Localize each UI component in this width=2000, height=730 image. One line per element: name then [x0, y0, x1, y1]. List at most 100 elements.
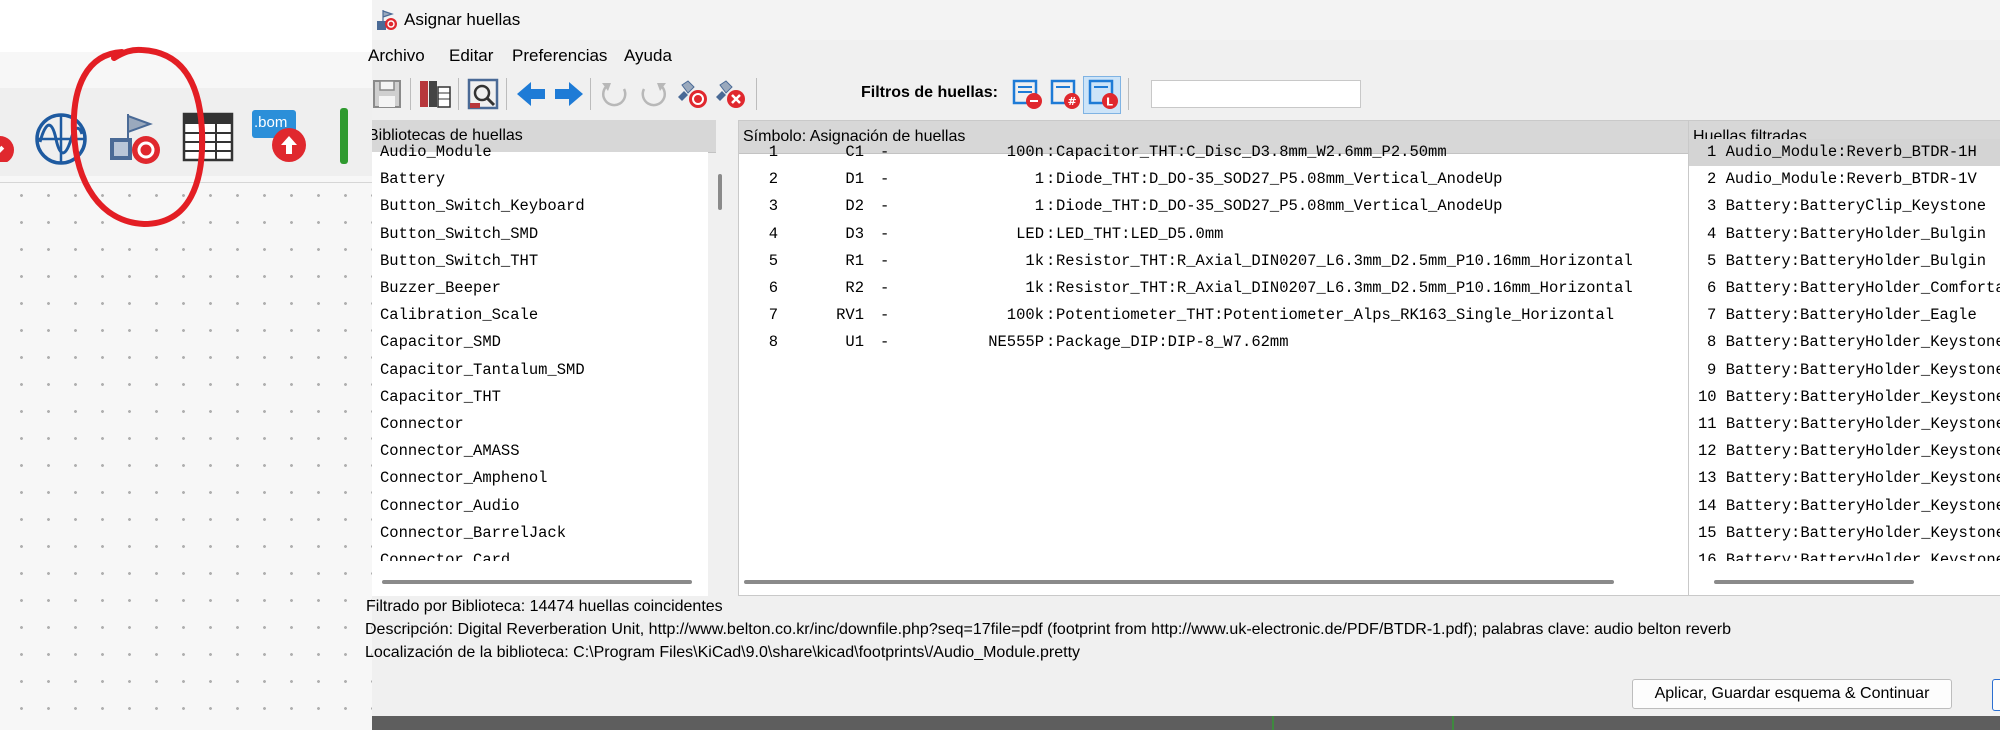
footprint-item-label: 3 Battery:BatteryClip_Keystone [1707, 197, 1987, 216]
symbol-row-number: 2 [768, 170, 778, 189]
filter-by-keywords-icon[interactable] [1010, 77, 1044, 111]
symbol-row[interactable]: 6 R2- 1k: Resistor_THT:R_Axial_DIN0207_L6.3… [744, 275, 1684, 302]
symbol-colon: : [1046, 333, 1056, 352]
footprints-horizontal-scrollbar[interactable] [1714, 580, 1914, 584]
footprint-item-label: 12 Battery:BatteryHolder_Keystone [1698, 442, 2000, 461]
footprint-item[interactable]: 9 Battery:BatteryHolder_Keystone [1689, 357, 2000, 384]
library-item[interactable]: Connector_BarrelJack [380, 520, 700, 547]
svg-text:L: L [1106, 96, 1113, 109]
library-item[interactable]: Audio_Module [380, 139, 700, 166]
library-item[interactable]: Capacitor_THT [380, 384, 700, 411]
footprint-item[interactable]: 7 Battery:BatteryHolder_Eagle [1689, 302, 2000, 329]
footprint-item[interactable]: 5 Battery:BatteryHolder_Bulgin [1689, 248, 2000, 275]
symbol-reference: D3 [845, 224, 864, 243]
symbol-separator: - [880, 251, 890, 270]
symbol-footprint: Package_DIP:DIP-8_W7.62mm [1056, 333, 1289, 352]
footprint-item-label: 14 Battery:BatteryHolder_Keystone [1698, 496, 2000, 515]
apply-save-continue-button[interactable]: Aplicar, Guardar esquema & Continuar [1632, 679, 1952, 709]
footprint-item[interactable]: 6 Battery:BatteryHolder_ComfortableElect… [1689, 275, 2000, 302]
symbol-separator: - [880, 170, 890, 189]
auto-associate-icon[interactable] [676, 77, 710, 111]
title-bar: Asignar huellas [372, 0, 2000, 40]
undo-icon[interactable] [598, 77, 632, 111]
symbol-row-number: 6 [768, 279, 778, 297]
symbol-row-number: 5 [768, 251, 778, 270]
schematic-canvas[interactable] [0, 176, 372, 730]
svg-text:#: # [1068, 95, 1077, 108]
library-item[interactable]: Capacitor_SMD [380, 329, 700, 356]
generate-bom-icon[interactable]: .bom [250, 108, 310, 164]
symbol-row[interactable]: 5 R1- 1k: Resistor_THT:R_Axial_DIN0207_L6.3… [744, 248, 1684, 275]
redo-icon[interactable] [636, 77, 670, 111]
library-item[interactable]: Connector [380, 411, 700, 438]
libraries-vertical-scrollbar[interactable] [718, 174, 722, 210]
assign-footprints-dialog: Asignar huellas Archivo Editar Preferenc… [365, 0, 2000, 730]
next-arrow-icon[interactable] [552, 77, 586, 111]
footprint-item[interactable]: 1 Audio_Module:Reverb_BTDR-1H [1689, 139, 2000, 166]
symbol-row[interactable]: 3 D2- 1: Diode_THT:D_DO-35_SOD27_P5.08mm_Ve… [744, 193, 1684, 220]
symbol-value: 1 [1034, 170, 1044, 189]
previous-arrow-icon[interactable] [514, 77, 548, 111]
menu-editar[interactable]: Editar [449, 46, 493, 66]
filter-search-input[interactable] [1151, 80, 1361, 108]
symbol-separator: - [880, 333, 890, 352]
symbol-separator: - [880, 306, 890, 325]
footprint-item[interactable]: 3 Battery:BatteryClip_Keystone [1689, 193, 2000, 220]
menu-bar: Archivo Editar Preferencias Ayuda [368, 42, 2000, 70]
footprint-item-label: 13 Battery:BatteryHolder_Keystone [1698, 469, 2000, 488]
symbol-value: 100n [1006, 143, 1044, 161]
ok-button[interactable] [1992, 679, 2000, 711]
symbol-reference: RV1 [836, 306, 864, 325]
filter-by-pin-count-icon[interactable]: # [1048, 77, 1082, 111]
footprint-item[interactable]: 11 Battery:BatteryHolder_Keystone [1689, 411, 2000, 438]
library-item[interactable]: Buzzer_Beeper [380, 275, 700, 302]
symbol-value: LED [1016, 224, 1044, 243]
footprint-item[interactable]: 2 Audio_Module:Reverb_BTDR-1V [1689, 166, 2000, 193]
library-item[interactable]: Button_Switch_THT [380, 248, 700, 275]
symbol-separator: - [880, 197, 890, 216]
symbols-horizontal-scrollbar[interactable] [744, 580, 1614, 584]
library-item[interactable]: Battery [380, 166, 700, 193]
library-item[interactable]: Connector_Amphenol [380, 465, 700, 492]
symbol-row[interactable]: 1 C1- 100n: Capacitor_THT:C_Disc_D3.8mm_W2.… [744, 139, 1684, 166]
footprint-item[interactable]: 12 Battery:BatteryHolder_Keystone [1689, 438, 2000, 465]
footprint-item-label: 16 Battery:BatteryHolder_Keystone [1698, 551, 2000, 561]
footprint-item[interactable]: 16 Battery:BatteryHolder_Keystone [1689, 547, 2000, 561]
symbol-row[interactable]: 4 D3- LED: LED_THT:LED_D5.0mm [744, 221, 1684, 248]
symbol-footprint: Resistor_THT:R_Axial_DIN0207_L6.3mm_D2.5… [1056, 279, 1633, 297]
symbol-row[interactable]: 2 D1- 1: Diode_THT:D_DO-35_SOD27_P5.08mm_Ve… [744, 166, 1684, 193]
footprint-item[interactable]: 4 Battery:BatteryHolder_Bulgin [1689, 221, 2000, 248]
status-location-text: Localización de la biblioteca: C:\Progra… [365, 644, 1081, 661]
symbol-row[interactable]: 8 U1- NE555P: Package_DIP:DIP-8_W7.62mm [744, 329, 1684, 356]
status-filter-text: Filtrado por Biblioteca: 14474 huellas c… [366, 598, 723, 615]
symbol-footprint: Diode_THT:D_DO-35_SOD27_P5.08mm_Vertical… [1056, 170, 1503, 189]
library-item[interactable]: Connector_Audio [380, 493, 700, 520]
library-item[interactable]: Connector_AMASS [380, 438, 700, 465]
cvpcb-app-icon [377, 10, 397, 30]
erc-icon[interactable] [0, 116, 20, 162]
bottom-taskbar-strip [372, 716, 2000, 730]
menu-archivo[interactable]: Archivo [368, 46, 425, 66]
library-item[interactable]: Button_Switch_SMD [380, 221, 700, 248]
footprint-item[interactable]: 13 Battery:BatteryHolder_Keystone [1689, 465, 2000, 492]
footprint-item[interactable]: 8 Battery:BatteryHolder_Keystone [1689, 329, 2000, 356]
footprint-item[interactable]: 15 Battery:BatteryHolder_Keystone [1689, 520, 2000, 547]
footprint-viewer-icon[interactable] [466, 77, 500, 111]
filter-by-library-icon: L [1088, 79, 1118, 109]
menu-preferencias[interactable]: Preferencias [512, 46, 607, 66]
footprint-item[interactable]: 14 Battery:BatteryHolder_Keystone [1689, 493, 2000, 520]
library-table-icon[interactable] [418, 77, 452, 111]
toolbar-edge-green-icon [340, 108, 348, 164]
library-item[interactable]: Button_Switch_Keyboard [380, 193, 700, 220]
libraries-horizontal-scrollbar[interactable] [382, 580, 692, 584]
symbol-row[interactable]: 7 RV1- 100k: Potentiometer_THT:Potentiomete… [744, 302, 1684, 329]
library-item[interactable]: Capacitor_Tantalum_SMD [380, 357, 700, 384]
save-icon[interactable] [370, 77, 404, 111]
menu-ayuda[interactable]: Ayuda [624, 46, 672, 66]
library-item[interactable]: Connector_Card [380, 547, 700, 561]
footprint-item[interactable]: 10 Battery:BatteryHolder_Keystone [1689, 384, 2000, 411]
library-item[interactable]: Calibration_Scale [380, 302, 700, 329]
delete-associations-icon[interactable] [714, 77, 748, 111]
symbol-reference: D1 [845, 170, 864, 189]
symbol-row-number: 1 [768, 143, 778, 161]
